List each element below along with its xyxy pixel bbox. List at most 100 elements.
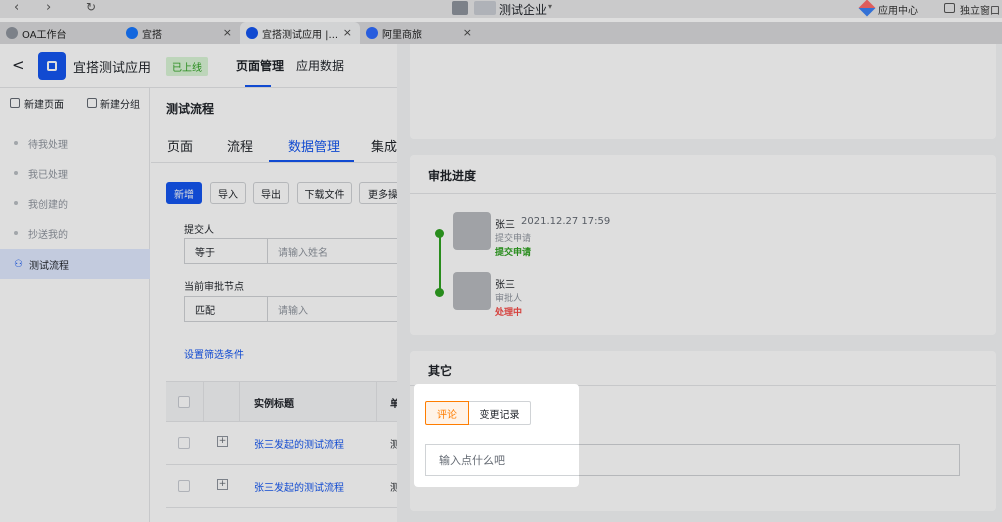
company-logo-icon bbox=[452, 1, 468, 15]
row-checkbox[interactable] bbox=[178, 480, 190, 492]
step-time: 2021.12.27 17:59 bbox=[521, 216, 611, 227]
import-button[interactable]: 导入 bbox=[210, 182, 246, 204]
bullet-icon bbox=[14, 171, 18, 175]
app-center-icon[interactable] bbox=[858, 0, 876, 17]
tab-label: 宜搭 bbox=[142, 29, 162, 41]
step-status: 提交申请 bbox=[495, 248, 532, 258]
add-button[interactable]: 新增 bbox=[166, 182, 202, 204]
forward-arrow-icon[interactable]: › bbox=[46, 0, 51, 15]
sidebar-item-label: 我创建的 bbox=[28, 199, 68, 211]
sidebar-item-test-flow[interactable]: ⚇ 测试流程 bbox=[0, 249, 150, 279]
approval-node-operator-select[interactable]: 匹配 bbox=[184, 296, 268, 322]
new-page-icon[interactable] bbox=[10, 98, 20, 108]
tab-label: OA工作台 bbox=[22, 29, 67, 41]
table-row[interactable]: + 张三发起的测试流程 测 bbox=[166, 422, 397, 465]
row-checkbox[interactable] bbox=[178, 437, 190, 449]
browser-toolbar: ‹ › ↻ 测试企业 ▾ 应用中心 独立窗口 bbox=[0, 0, 1002, 18]
sidebar-item-pending[interactable]: 待我处理 bbox=[0, 128, 150, 158]
column-header-title[interactable]: 实例标题 bbox=[254, 395, 294, 410]
submitter-input[interactable]: 请输入姓名 bbox=[267, 238, 397, 264]
close-icon[interactable]: × bbox=[223, 26, 232, 39]
tab-yida-test-app[interactable]: 宜搭测试应用 |... × bbox=[240, 22, 360, 44]
approver-name: 张三 bbox=[495, 220, 515, 231]
more-actions-button[interactable]: 更多操 bbox=[359, 182, 397, 204]
reload-icon[interactable]: ↻ bbox=[86, 0, 96, 14]
overlay-right-of-input bbox=[579, 444, 960, 476]
bullet-icon bbox=[14, 201, 18, 205]
tab-change-log[interactable]: 变更记录 bbox=[469, 401, 531, 425]
approval-node-input[interactable]: 请输入 bbox=[267, 296, 397, 322]
sidebar-item-cc[interactable]: 抄送我的 bbox=[0, 218, 150, 248]
sidebar-item-label: 我已处理 bbox=[28, 169, 68, 181]
new-page-button[interactable]: 新建页面 bbox=[24, 96, 64, 111]
new-group-button[interactable]: 新建分组 bbox=[100, 96, 140, 111]
row-title-link[interactable]: 张三发起的测试流程 bbox=[254, 479, 344, 494]
tab-data-management[interactable]: 数据管理 bbox=[288, 136, 340, 155]
tab-app-data[interactable]: 应用数据 bbox=[296, 57, 344, 74]
table-header: 实例标题 单 bbox=[166, 382, 397, 422]
filter-label-submitter: 提交人 bbox=[184, 225, 214, 236]
row-extra-cell: 测 bbox=[390, 440, 397, 451]
new-group-icon[interactable] bbox=[87, 98, 97, 108]
timeline-dot-icon bbox=[435, 229, 444, 238]
flow-icon: ⚇ bbox=[14, 258, 23, 270]
sidebar-item-processed[interactable]: 我已处理 bbox=[0, 158, 150, 188]
bullet-icon bbox=[14, 141, 18, 145]
tab-label: 阿里商旅 bbox=[382, 29, 422, 41]
tab-page-management[interactable]: 页面管理 bbox=[236, 57, 284, 74]
tab-yida[interactable]: 宜搭 × bbox=[120, 22, 240, 44]
step-status: 处理中 bbox=[495, 308, 523, 318]
tab-comment[interactable]: 评论 bbox=[425, 401, 469, 425]
set-filter-link[interactable]: 设置筛选条件 bbox=[184, 346, 244, 361]
tab-integration[interactable]: 集成 bbox=[371, 136, 397, 155]
select-all-checkbox[interactable] bbox=[178, 396, 190, 408]
sidebar-item-label: 测试流程 bbox=[28, 260, 69, 272]
tab-divider bbox=[151, 162, 397, 163]
other-title: 其它 bbox=[428, 364, 453, 378]
sidebar-item-created[interactable]: 我创建的 bbox=[0, 188, 150, 218]
form-card bbox=[410, 44, 996, 139]
app-center-label[interactable]: 应用中心 bbox=[878, 2, 918, 17]
table-row[interactable]: + 张三发起的测试流程 测 bbox=[166, 465, 397, 508]
close-icon[interactable]: × bbox=[343, 26, 352, 39]
active-tab-underline bbox=[245, 85, 271, 87]
expand-icon[interactable]: + bbox=[217, 436, 228, 447]
tab-alitrip[interactable]: 阿里商旅 × bbox=[360, 22, 480, 44]
sidebar: 新建页面 新建分组 待我处理 我已处理 我创建的 抄送我的 ⚇ 测试流程 bbox=[0, 88, 150, 522]
app-name: 宜搭测试应用 bbox=[73, 61, 152, 76]
tab-label: 宜搭测试应用 |... bbox=[262, 29, 339, 41]
company-avatar bbox=[474, 1, 496, 15]
back-icon[interactable]: < bbox=[12, 56, 25, 74]
company-name[interactable]: 测试企业 bbox=[499, 1, 547, 18]
tab-oa-workbench[interactable]: OA工作台 bbox=[0, 22, 120, 44]
row-extra-cell: 测 bbox=[390, 483, 397, 494]
status-badge: 已上线 bbox=[166, 57, 208, 76]
avatar bbox=[453, 212, 491, 250]
export-button[interactable]: 导出 bbox=[253, 182, 289, 204]
tab-flow[interactable]: 流程 bbox=[227, 136, 253, 155]
timeline-dot-icon bbox=[435, 288, 444, 297]
bullet-icon bbox=[14, 231, 18, 235]
download-files-button[interactable]: 下载文件 bbox=[297, 182, 352, 204]
column-header-extra[interactable]: 单 bbox=[390, 395, 397, 410]
standalone-window-label[interactable]: 独立窗口 bbox=[960, 2, 1000, 17]
tab-page[interactable]: 页面 bbox=[167, 136, 193, 155]
card-divider bbox=[410, 193, 996, 194]
approval-progress-title: 审批进度 bbox=[428, 169, 477, 183]
page-title: 测试流程 bbox=[166, 102, 215, 116]
filter-label-approval-node: 当前审批节点 bbox=[184, 282, 244, 293]
standalone-window-icon[interactable] bbox=[944, 3, 955, 13]
app-logo-icon bbox=[38, 52, 66, 80]
submitter-operator-select[interactable]: 等于 bbox=[184, 238, 268, 264]
back-arrow-icon[interactable]: ‹ bbox=[14, 0, 19, 15]
expand-icon[interactable]: + bbox=[217, 479, 228, 490]
yida-app-icon bbox=[246, 27, 258, 39]
avatar bbox=[453, 272, 491, 310]
close-icon[interactable]: × bbox=[463, 26, 472, 39]
sidebar-item-label: 待我处理 bbox=[28, 139, 68, 151]
company-dropdown-icon[interactable]: ▾ bbox=[548, 2, 552, 11]
row-title-link[interactable]: 张三发起的测试流程 bbox=[254, 436, 344, 451]
step-role: 提交申请 bbox=[495, 234, 532, 244]
browser-tab-bar: OA工作台 宜搭 × 宜搭测试应用 |... × 阿里商旅 × bbox=[0, 22, 1002, 44]
alitrip-icon bbox=[366, 27, 378, 39]
